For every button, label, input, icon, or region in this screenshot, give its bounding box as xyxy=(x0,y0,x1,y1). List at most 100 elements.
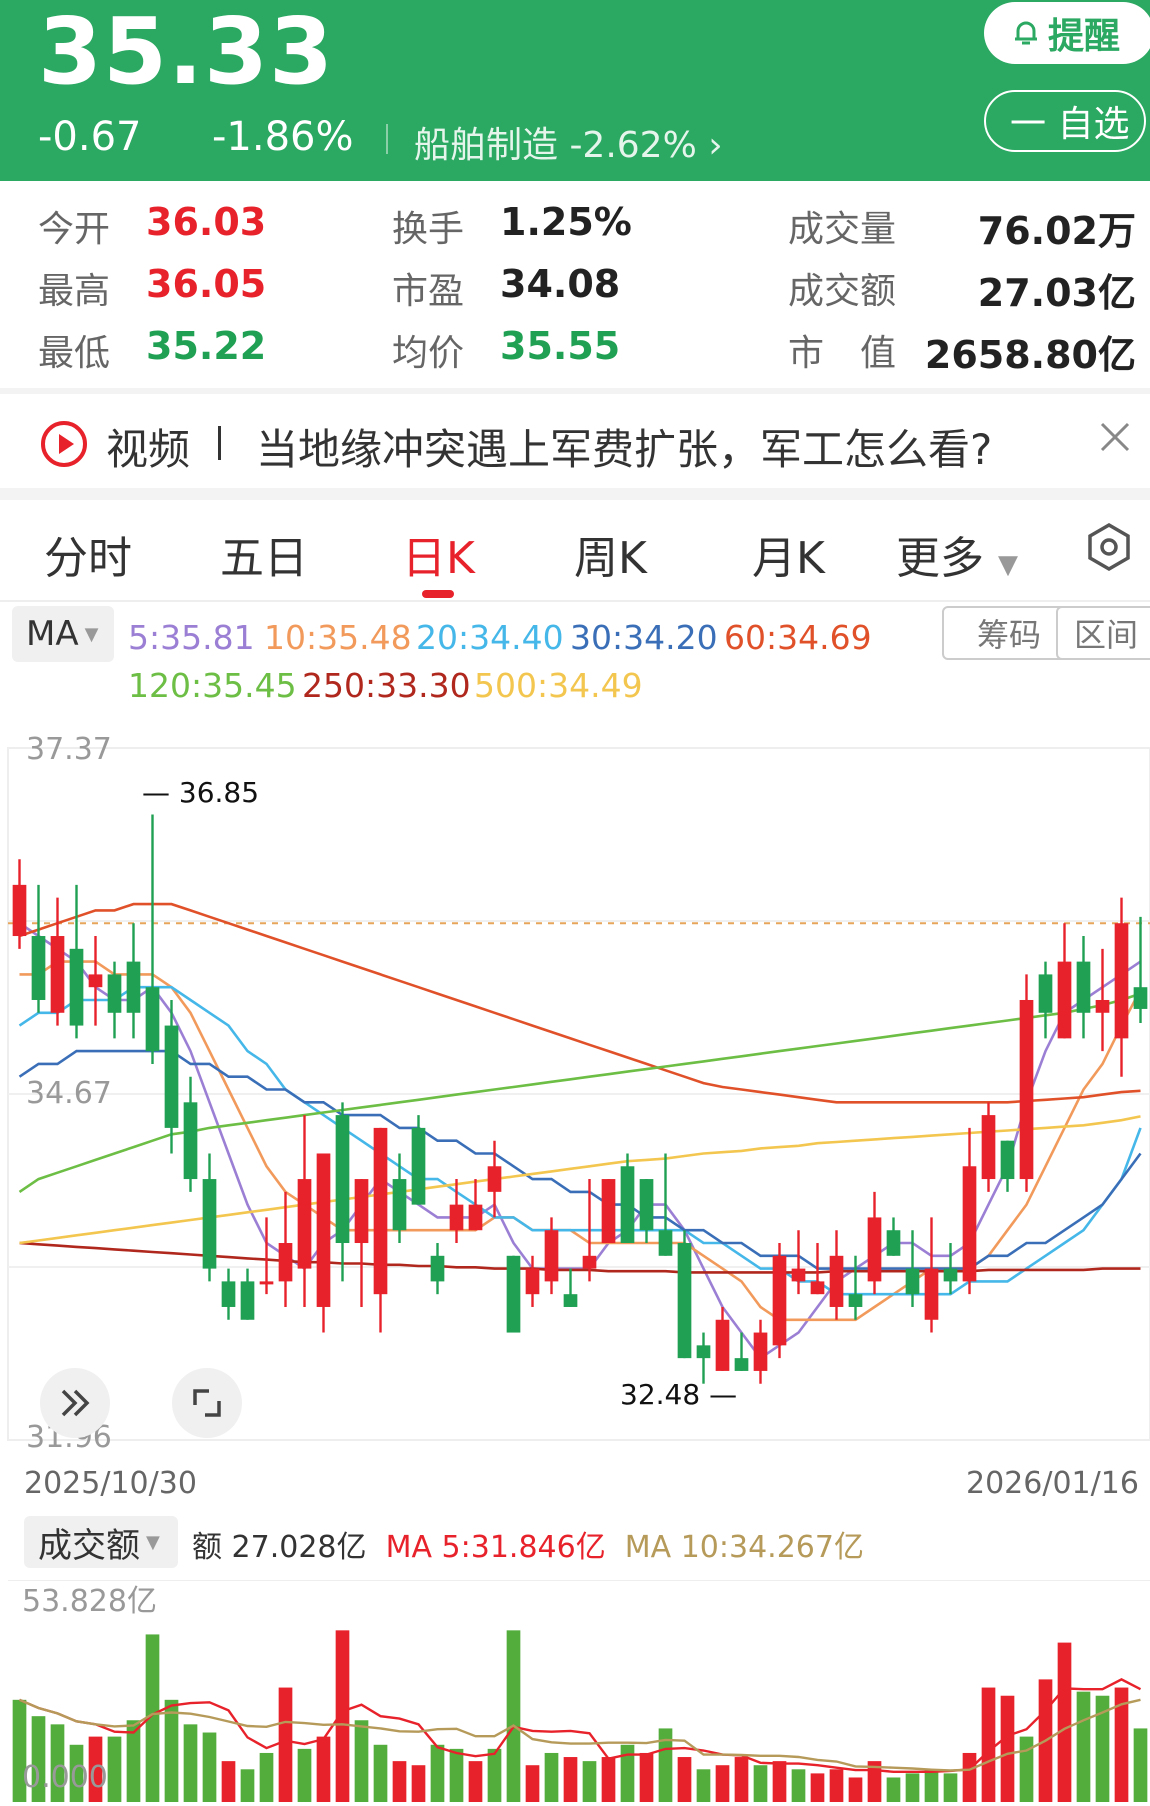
volume-bar xyxy=(1057,1642,1072,1802)
volume-bar xyxy=(164,1699,179,1802)
ma-legend-item: 60:34.69 xyxy=(724,618,872,657)
range-button[interactable]: 区间 xyxy=(1056,606,1150,660)
ma-legend-item: 500:34.49 xyxy=(474,666,643,705)
volume-bar xyxy=(848,1777,863,1802)
watchlist-button[interactable]: 一 自选 xyxy=(984,90,1146,152)
candle-body xyxy=(297,1179,312,1269)
tab-intraday[interactable]: 分时 xyxy=(44,522,132,586)
volume-bar xyxy=(297,1748,312,1802)
current-price: 35.33 xyxy=(38,0,335,105)
amount-value: 27.03亿 xyxy=(977,271,1136,315)
volume-bar xyxy=(525,1765,540,1802)
candle-body xyxy=(924,1268,939,1320)
fullscreen-button[interactable] xyxy=(172,1368,242,1438)
low-marker: 32.48 — xyxy=(620,1378,738,1411)
alert-button[interactable]: 提醒 xyxy=(984,2,1150,64)
pe-value: 34.08 xyxy=(500,262,621,306)
volume-value: 76.02万 xyxy=(977,209,1136,253)
low-label: 最低 xyxy=(38,333,111,374)
volume-ma5: MA 5:31.846亿 xyxy=(385,1530,606,1565)
candle-body xyxy=(544,1230,559,1282)
volume-bar xyxy=(1019,1736,1034,1802)
tab-more[interactable]: 更多 ▼ xyxy=(896,522,1018,586)
volume-bar xyxy=(677,1757,692,1802)
candle-body xyxy=(487,1166,502,1192)
candle-body xyxy=(867,1217,882,1282)
tab-weekly-k[interactable]: 周K xyxy=(574,522,647,586)
volume-bar xyxy=(791,1769,806,1802)
volume-chart[interactable] xyxy=(0,1580,1150,1806)
volume-bar xyxy=(924,1769,939,1802)
price-change: -0.67 xyxy=(38,114,142,160)
volume-bar xyxy=(468,1761,483,1802)
divider xyxy=(0,488,1150,500)
candle-body xyxy=(981,1115,996,1180)
volume-indicator-label: 成交额 xyxy=(38,1525,140,1566)
candle-body xyxy=(563,1294,578,1307)
candle-body xyxy=(411,1127,426,1205)
pe-label: 市盈 xyxy=(392,271,465,312)
expand-button[interactable] xyxy=(40,1368,110,1438)
bell-icon xyxy=(1015,21,1037,45)
candle-body xyxy=(1076,961,1091,1013)
volume-indicator-select[interactable]: 成交额 ▼ xyxy=(24,1516,178,1568)
close-icon[interactable] xyxy=(1098,420,1132,454)
volume-bar xyxy=(259,1752,274,1802)
high-value: 36.05 xyxy=(146,262,267,306)
indicator-select[interactable]: MA ▼ xyxy=(12,606,114,662)
candle-body xyxy=(601,1179,616,1244)
volume-bar xyxy=(240,1769,255,1802)
settings-icon[interactable] xyxy=(1084,522,1134,572)
volume-bar xyxy=(335,1630,350,1802)
news-tag: 视频 xyxy=(106,425,191,474)
candle-body xyxy=(1095,999,1110,1013)
news-banner[interactable]: 视频 当地缘冲突遇上军费扩张，军工怎么看? xyxy=(0,394,1150,490)
avg-price-label: 均价 xyxy=(392,333,465,374)
candle-body xyxy=(221,1281,236,1307)
candle-body xyxy=(430,1255,445,1282)
candle-body xyxy=(468,1204,483,1231)
active-tab-indicator xyxy=(422,590,454,598)
volume-bar xyxy=(202,1732,217,1802)
ma-line-ma60 xyxy=(19,902,1141,1104)
candlestick-chart[interactable] xyxy=(0,722,1150,1462)
volume-bar xyxy=(430,1744,445,1802)
candle-body xyxy=(88,974,103,988)
volume-bar xyxy=(1000,1695,1015,1802)
low-value: 35.22 xyxy=(146,324,267,368)
market-cap-label: 市 值 xyxy=(788,333,897,374)
volume-bar xyxy=(1133,1728,1148,1802)
volume-bar xyxy=(373,1744,388,1802)
candle-body xyxy=(1133,987,1148,1009)
tab-monthly-k[interactable]: 月K xyxy=(752,522,825,586)
candle-body xyxy=(886,1230,901,1256)
volume-bar xyxy=(810,1773,825,1802)
candle-body xyxy=(69,948,84,1026)
volume-bar xyxy=(981,1687,996,1802)
candle-body xyxy=(506,1255,521,1333)
candle-body xyxy=(392,1179,407,1231)
ma-legend-item: 5:35.81 xyxy=(128,618,255,657)
candle-body xyxy=(1057,961,1072,1039)
volume-bar xyxy=(639,1752,654,1802)
caret-down-icon: ▼ xyxy=(84,623,99,645)
caret-down-icon: ▼ xyxy=(146,1531,160,1553)
date-start-label: 2025/10/30 xyxy=(24,1466,197,1501)
volume-bar xyxy=(734,1757,749,1802)
volume-bar xyxy=(943,1773,958,1802)
tab-more-label: 更多 xyxy=(896,533,984,584)
volume-bar xyxy=(183,1724,198,1802)
candle-body xyxy=(107,974,122,1013)
candle-body xyxy=(449,1204,464,1231)
sector-link[interactable]: 船舶制造 -2.62% › xyxy=(414,116,723,168)
tab-daily-k[interactable]: 日K xyxy=(402,522,475,586)
candle-body xyxy=(696,1345,711,1359)
ma-legend-item: 10:35.48 xyxy=(264,618,412,657)
candle-body xyxy=(734,1358,749,1371)
double-chevron-right-icon xyxy=(61,1389,90,1417)
candle-body xyxy=(145,987,160,1052)
volume-bar xyxy=(354,1720,369,1802)
watchlist-label: 一 自选 xyxy=(1010,104,1130,145)
tab-five-day[interactable]: 五日 xyxy=(220,522,308,586)
volume-bar xyxy=(905,1773,920,1802)
